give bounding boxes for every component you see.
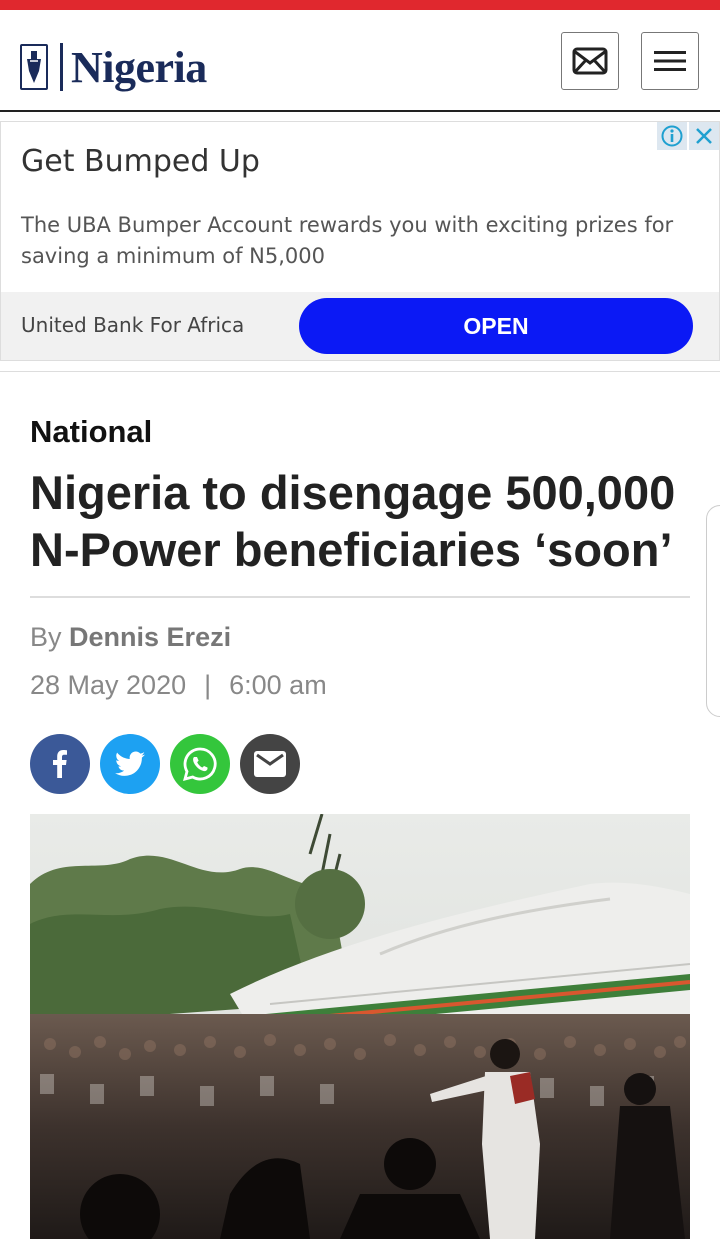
divider <box>0 371 720 372</box>
headline-rule <box>30 596 690 598</box>
ad-info-icon[interactable] <box>657 122 687 150</box>
ad-title[interactable]: Get Bumped Up <box>21 144 260 179</box>
article-headline: Nigeria to disengage 500,000 N-Power ben… <box>30 466 676 576</box>
mail-button[interactable] <box>561 32 619 90</box>
mail-icon <box>572 47 608 75</box>
share-facebook-button[interactable] <box>30 734 90 794</box>
site-header: Nigeria <box>0 10 720 112</box>
publish-time: 6:00 am <box>229 670 327 700</box>
side-drawer-tab[interactable] <box>706 505 720 717</box>
share-email-button[interactable] <box>240 734 300 794</box>
publish-date: 28 May 2020 <box>30 670 187 700</box>
facebook-icon <box>53 750 67 778</box>
menu-button[interactable] <box>641 32 699 90</box>
advertisement[interactable]: Get Bumped Up The UBA Bumper Account rew… <box>0 121 720 361</box>
ad-advertiser: United Bank For Africa <box>21 313 245 337</box>
coat-of-arms-icon <box>20 44 48 90</box>
ad-controls <box>655 122 719 150</box>
ad-footer: United Bank For Africa OPEN <box>1 292 719 360</box>
article-lead-image <box>30 814 690 1239</box>
top-accent-bar <box>0 0 720 10</box>
site-logo[interactable]: Nigeria <box>20 38 207 96</box>
logo-divider <box>60 43 63 91</box>
whatsapp-icon <box>183 747 217 781</box>
ad-open-button[interactable]: OPEN <box>299 298 693 354</box>
date-separator: | <box>204 670 212 700</box>
hamburger-icon <box>654 51 686 71</box>
twitter-icon <box>115 751 145 776</box>
site-name: Nigeria <box>71 42 207 92</box>
byline-prefix: By <box>30 622 62 652</box>
article-category[interactable]: National <box>30 414 152 450</box>
share-twitter-button[interactable] <box>100 734 160 794</box>
dateline: 28 May 2020 | 6:00 am <box>30 670 327 701</box>
ad-close-icon[interactable] <box>689 122 719 150</box>
author-link[interactable]: Dennis Erezi <box>69 622 231 652</box>
ad-description: The UBA Bumper Account rewards you with … <box>21 213 674 268</box>
share-whatsapp-button[interactable] <box>170 734 230 794</box>
byline: By Dennis Erezi <box>30 622 231 653</box>
share-bar <box>30 734 310 794</box>
email-icon <box>254 751 286 777</box>
